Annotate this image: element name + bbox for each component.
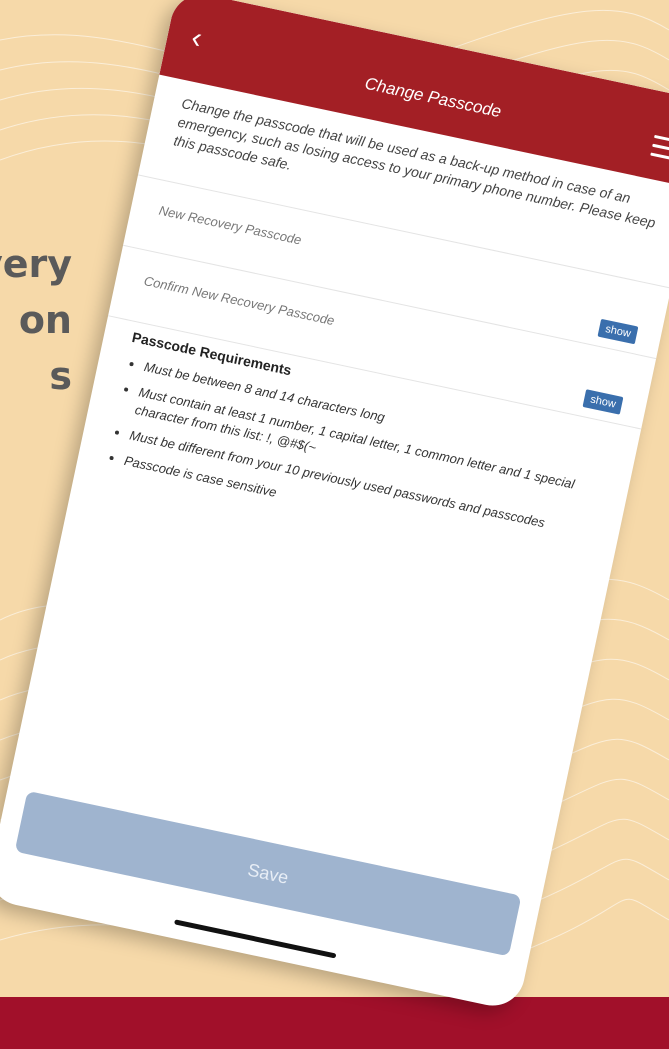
new-passcode-placeholder: New Recovery Passcode [157,202,303,248]
show-confirm-passcode-button[interactable]: show [582,389,624,415]
tagline-line-1: very [0,242,72,286]
tagline-line-3: s [49,354,72,398]
tagline-line-2: on [18,298,72,342]
show-new-passcode-button[interactable]: show [597,318,639,345]
background-tagline: very on s [0,236,72,404]
bottom-accent-band [0,997,669,1049]
